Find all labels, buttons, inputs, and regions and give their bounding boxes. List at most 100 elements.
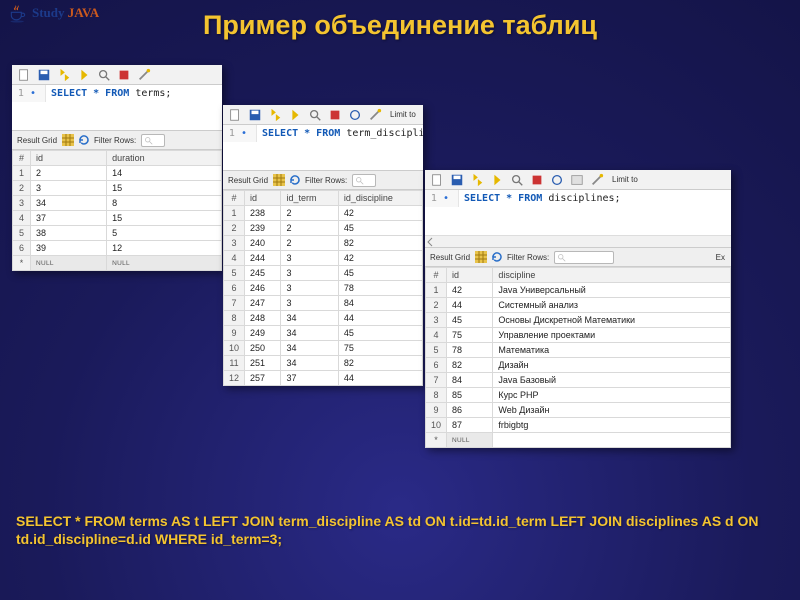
execute-current-icon[interactable] [288, 108, 302, 122]
row-index[interactable]: 11 [224, 356, 245, 371]
table-cell[interactable]: 37 [281, 371, 338, 386]
table-cell[interactable]: 2 [281, 236, 338, 251]
table-row[interactable]: 784Java Базовый [426, 373, 731, 388]
table-cell[interactable]: Системный анализ [493, 298, 731, 313]
new-icon[interactable] [17, 68, 31, 82]
table-cell[interactable]: 75 [447, 328, 493, 343]
table-cell[interactable]: 248 [245, 311, 281, 326]
execute-current-icon[interactable] [77, 68, 91, 82]
table-cell[interactable]: 12 [107, 241, 222, 256]
row-index[interactable]: 12 [224, 371, 245, 386]
beautify-icon[interactable] [137, 68, 151, 82]
refresh-icon[interactable] [78, 134, 90, 146]
table-cell[interactable]: 3 [281, 296, 338, 311]
explain-icon[interactable] [308, 108, 322, 122]
result-table-terms[interactable]: #idduration 12142315334843715538563912*N… [12, 150, 222, 271]
result-table-term-discipline[interactable]: #idid_termid_discipline 1238242223924532… [223, 190, 423, 386]
row-index[interactable]: 6 [224, 281, 245, 296]
table-cell[interactable]: Java Универсальный [493, 283, 731, 298]
row-index[interactable]: 1 [426, 283, 447, 298]
row-index[interactable]: 3 [13, 196, 31, 211]
sql-editor[interactable]: 1 • SELECT * FROM term_discipline; [223, 125, 423, 142]
table-cell[interactable]: 42 [447, 283, 493, 298]
table-cell[interactable]: 45 [338, 221, 422, 236]
table-row[interactable]: 82483444 [224, 311, 423, 326]
table-cell[interactable]: 5 [107, 226, 222, 241]
table-cell[interactable]: 42 [338, 251, 422, 266]
table-row[interactable]: 885Курс PHP [426, 388, 731, 403]
row-index[interactable]: 2 [13, 181, 31, 196]
table-row[interactable]: 6246378 [224, 281, 423, 296]
column-header[interactable]: # [13, 151, 31, 166]
sql-editor[interactable]: 1 • SELECT * FROM terms; [12, 85, 222, 102]
table-cell[interactable]: NULL [107, 256, 222, 271]
scroll-left-icon[interactable] [425, 237, 435, 247]
table-cell[interactable]: 2 [31, 166, 107, 181]
filter-rows-input[interactable] [141, 134, 165, 147]
column-header[interactable]: id [31, 151, 107, 166]
row-index[interactable]: 6 [13, 241, 31, 256]
table-row[interactable]: 7247384 [224, 296, 423, 311]
table-cell[interactable]: 3 [281, 281, 338, 296]
table-cell[interactable]: 34 [281, 341, 338, 356]
row-index[interactable]: 2 [224, 221, 245, 236]
table-cell[interactable]: Курс PHP [493, 388, 731, 403]
table-row[interactable]: 43715 [13, 211, 222, 226]
row-index[interactable]: 7 [224, 296, 245, 311]
column-header[interactable]: # [426, 268, 447, 283]
table-cell[interactable]: 249 [245, 326, 281, 341]
column-header[interactable]: id [447, 268, 493, 283]
table-cell[interactable]: frbigbtg [493, 418, 731, 433]
table-cell[interactable]: 84 [338, 296, 422, 311]
table-row[interactable]: 142Java Универсальный [426, 283, 731, 298]
table-row[interactable]: 244Системный анализ [426, 298, 731, 313]
table-row[interactable]: 122573744 [224, 371, 423, 386]
column-header[interactable]: duration [107, 151, 222, 166]
table-cell[interactable]: Математика [493, 343, 731, 358]
table-row[interactable]: *NULL [426, 433, 731, 448]
table-cell[interactable]: 44 [338, 371, 422, 386]
table-row[interactable]: 4244342 [224, 251, 423, 266]
snippets-icon[interactable] [570, 173, 584, 187]
column-header[interactable]: discipline [493, 268, 731, 283]
table-cell[interactable]: Java Базовый [493, 373, 731, 388]
filter-rows-input[interactable] [352, 174, 376, 187]
refresh-icon[interactable] [491, 251, 503, 263]
row-index[interactable]: 7 [426, 373, 447, 388]
table-row[interactable]: 2315 [13, 181, 222, 196]
row-index[interactable]: 1 [13, 166, 31, 181]
row-index[interactable]: 1 [224, 206, 245, 221]
table-cell[interactable]: 15 [107, 211, 222, 226]
row-index[interactable]: 5 [13, 226, 31, 241]
table-row[interactable]: 1214 [13, 166, 222, 181]
table-cell[interactable]: 86 [447, 403, 493, 418]
table-row[interactable]: 92493445 [224, 326, 423, 341]
table-cell[interactable]: 82 [338, 356, 422, 371]
column-header[interactable]: id [245, 191, 281, 206]
table-row[interactable]: 345Основы Дискретной Математики [426, 313, 731, 328]
table-cell[interactable]: Web Дизайн [493, 403, 731, 418]
row-index[interactable]: 5 [224, 266, 245, 281]
table-row[interactable]: 3348 [13, 196, 222, 211]
table-cell[interactable] [493, 433, 731, 448]
table-cell[interactable]: 84 [447, 373, 493, 388]
row-index[interactable]: 8 [426, 388, 447, 403]
table-cell[interactable]: 34 [31, 196, 107, 211]
row-index[interactable]: 2 [426, 298, 447, 313]
execute-icon[interactable] [268, 108, 282, 122]
save-icon[interactable] [37, 68, 51, 82]
new-icon[interactable] [430, 173, 444, 187]
table-cell[interactable]: 244 [245, 251, 281, 266]
execute-current-icon[interactable] [490, 173, 504, 187]
row-index[interactable]: 9 [224, 326, 245, 341]
row-index[interactable]: 10 [224, 341, 245, 356]
table-cell[interactable]: 2 [281, 206, 338, 221]
table-row[interactable]: 5245345 [224, 266, 423, 281]
grid-icon[interactable] [273, 174, 285, 186]
table-row[interactable]: 475Управление проектами [426, 328, 731, 343]
row-index[interactable]: 4 [426, 328, 447, 343]
sql-editor[interactable]: 1 • SELECT * FROM disciplines; [425, 190, 731, 207]
filter-rows-input[interactable] [554, 251, 614, 264]
table-cell[interactable]: 42 [338, 206, 422, 221]
table-cell[interactable]: 2 [281, 221, 338, 236]
